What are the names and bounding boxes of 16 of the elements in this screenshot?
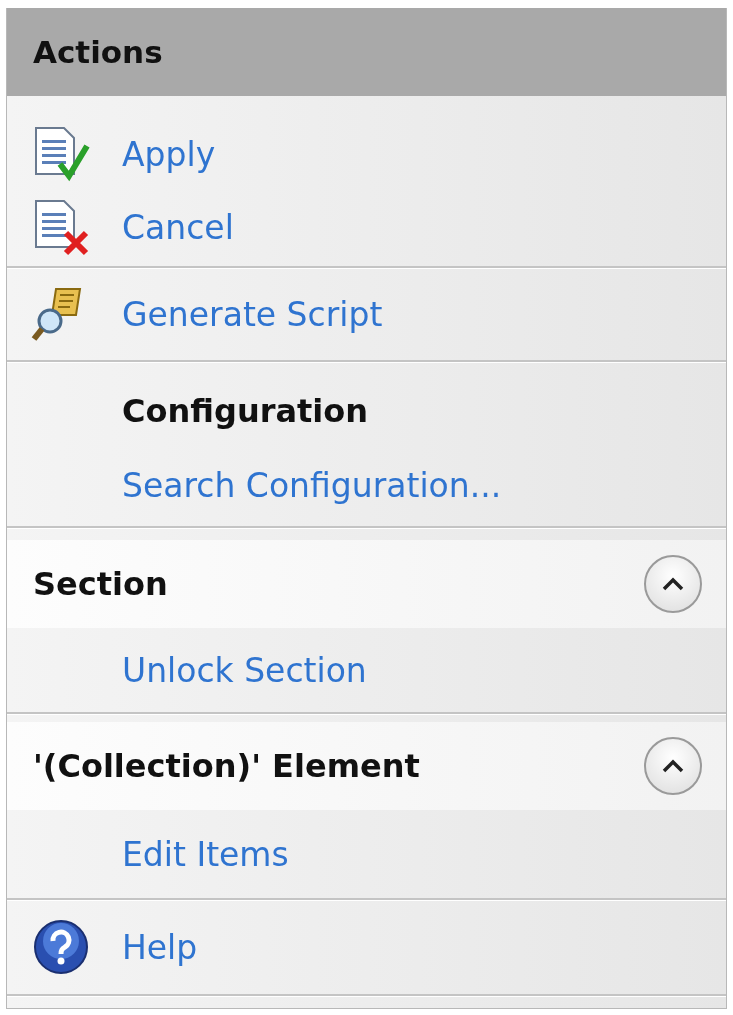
help-icon (32, 919, 89, 975)
group-heading: Configuration (122, 392, 369, 430)
chevron-icon (661, 576, 685, 592)
action-link[interactable]: Cancel (122, 208, 234, 247)
action-link[interactable]: Unlock Section (122, 650, 367, 690)
collapse-button[interactable] (644, 555, 702, 613)
action-link[interactable]: Search Configuration... (122, 465, 502, 505)
action-link[interactable]: Apply (122, 135, 216, 174)
action-link[interactable]: Generate Script (122, 294, 383, 334)
action-link[interactable]: Help (122, 927, 198, 967)
section-heading: Section (33, 565, 168, 603)
action-link[interactable]: Edit Items (122, 834, 289, 874)
panel-title: Actions (7, 8, 726, 96)
collapse-button[interactable] (644, 737, 702, 795)
section-heading: '(Collection)' Element (33, 747, 420, 785)
chevron-icon (661, 758, 685, 774)
